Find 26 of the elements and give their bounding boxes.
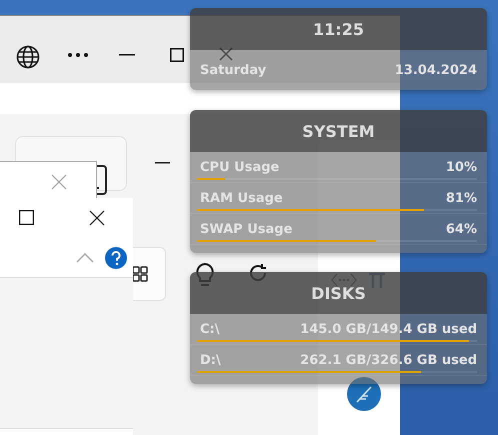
help-icon[interactable] xyxy=(105,247,127,269)
day-label: Saturday xyxy=(200,62,266,78)
grid-icon[interactable] xyxy=(132,266,148,282)
drive-label: D:\ xyxy=(200,352,221,368)
minimize-icon[interactable] xyxy=(119,54,135,56)
refresh-icon[interactable] xyxy=(248,263,268,283)
feather-icon[interactable] xyxy=(347,377,381,411)
close-icon[interactable] xyxy=(89,210,105,226)
metric-label: SWAP Usage xyxy=(200,222,292,236)
globe-icon[interactable] xyxy=(16,45,40,69)
widget-title: DISKS xyxy=(190,272,487,314)
date-label: 13.04.2024 xyxy=(394,62,477,78)
minimize-icon[interactable] xyxy=(155,162,170,164)
lightbulb-icon[interactable] xyxy=(195,262,215,288)
metric-value: 10% xyxy=(446,160,477,174)
pi-icon[interactable] xyxy=(367,270,387,290)
drive-label: C:\ xyxy=(200,322,220,336)
maximize-icon[interactable] xyxy=(19,210,34,225)
metric-label: CPU Usage xyxy=(200,160,280,174)
metric-value: 81% xyxy=(446,190,477,206)
more-icon[interactable] xyxy=(67,52,89,58)
metric-value: 64% xyxy=(446,222,477,236)
metric-label: RAM Usage xyxy=(200,190,283,206)
clock-time: 11:25 xyxy=(190,8,487,50)
maximize-icon[interactable] xyxy=(170,48,184,62)
widget-title: SYSTEM xyxy=(190,110,487,152)
